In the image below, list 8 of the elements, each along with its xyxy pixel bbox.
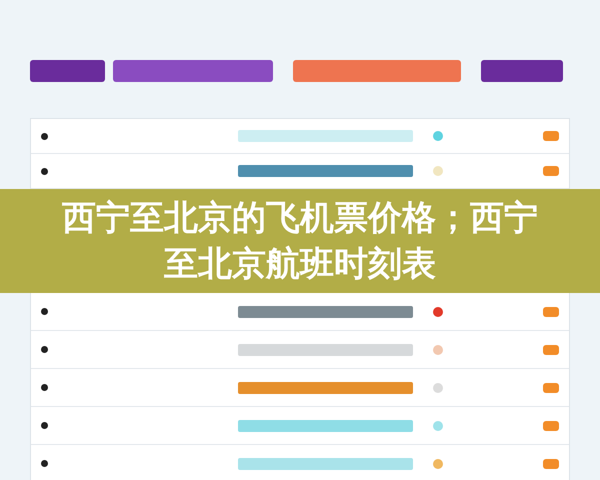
banner-title: 西宁至北京的飞机票价格；西宁至北京航班时刻表 <box>61 197 539 286</box>
bullet-icon <box>41 384 48 391</box>
bullet-icon <box>41 346 48 353</box>
bullet-icon <box>41 308 48 315</box>
bullet-icon <box>41 460 48 467</box>
bullet-icon <box>41 132 48 140</box>
bullet-icon <box>41 168 48 174</box>
bullet-icon <box>41 422 48 429</box>
